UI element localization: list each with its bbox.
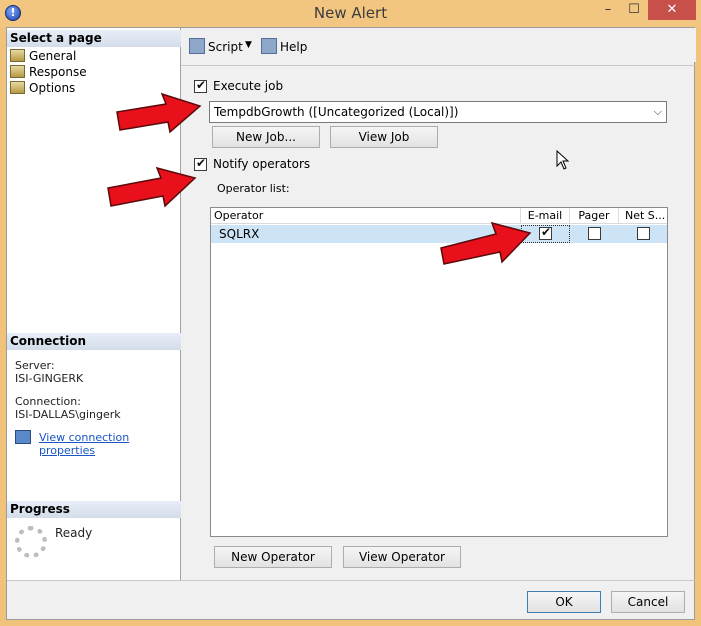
view-connection-properties-link[interactable]: View connection properties — [39, 431, 180, 457]
chevron-down-icon[interactable]: ⌵ — [654, 102, 662, 122]
email-checkbox[interactable] — [539, 225, 552, 240]
connection-value: ISI-DALLAS\gingerk — [15, 408, 121, 421]
connection-label: Connection: — [15, 395, 81, 408]
page-icon — [10, 49, 25, 62]
view-operator-button[interactable]: View Operator — [343, 546, 461, 568]
connection-properties-icon — [15, 430, 31, 444]
view-job-button[interactable]: View Job — [330, 126, 438, 148]
execute-job-label: Execute job — [213, 79, 284, 93]
new-operator-button[interactable]: New Operator — [214, 546, 332, 568]
annotation-arrow-notify-operators — [107, 166, 197, 208]
nav-item-options[interactable]: Options — [10, 80, 75, 96]
col-header-net-send[interactable]: Net S... — [619, 208, 667, 224]
script-button[interactable]: Script — [189, 38, 243, 54]
toolbar-divider — [181, 65, 696, 66]
cancel-button[interactable]: Cancel — [611, 591, 685, 613]
footer-divider — [7, 580, 696, 581]
toolbar: Script ▼ Help — [181, 28, 696, 62]
annotation-arrow-execute-job — [116, 92, 202, 134]
select-page-header: Select a page — [7, 30, 181, 47]
mouse-cursor-icon — [556, 150, 570, 170]
job-select[interactable]: TempdbGrowth ([Uncategorized (Local)]) ⌵ — [209, 101, 667, 123]
new-job-button[interactable]: New Job... — [212, 126, 320, 148]
maximize-button[interactable]: ☐ — [622, 0, 646, 20]
operator-name: SQLRX — [219, 227, 260, 241]
page-icon — [10, 81, 25, 94]
col-header-pager[interactable]: Pager — [570, 208, 619, 224]
connection-header: Connection — [7, 333, 181, 350]
nav-item-response[interactable]: Response — [10, 64, 87, 80]
help-button[interactable]: Help — [261, 38, 307, 54]
title-bar: ! New Alert – ☐ ✕ — [0, 0, 701, 27]
operator-list-label: Operator list: — [217, 182, 290, 195]
notify-operators-label: Notify operators — [213, 157, 311, 171]
progress-status: Ready — [55, 526, 93, 540]
net-send-checkbox[interactable] — [637, 227, 650, 240]
progress-header: Progress — [7, 501, 181, 518]
help-icon — [261, 38, 277, 54]
progress-spinner-icon — [15, 526, 47, 558]
server-label: Server: — [15, 359, 55, 372]
server-value: ISI-GINGERK — [15, 372, 84, 385]
dialog-client-area: Select a page General Response Options C… — [6, 27, 696, 620]
minimize-button[interactable]: – — [596, 0, 620, 20]
annotation-arrow-email — [440, 221, 532, 265]
nav-item-general[interactable]: General — [10, 48, 76, 64]
script-dropdown-arrow-icon[interactable]: ▼ — [245, 40, 252, 50]
close-button[interactable]: ✕ — [648, 0, 696, 20]
page-icon — [10, 65, 25, 78]
script-icon — [189, 38, 205, 54]
ok-button[interactable]: OK — [527, 591, 601, 613]
pager-checkbox[interactable] — [588, 227, 601, 240]
